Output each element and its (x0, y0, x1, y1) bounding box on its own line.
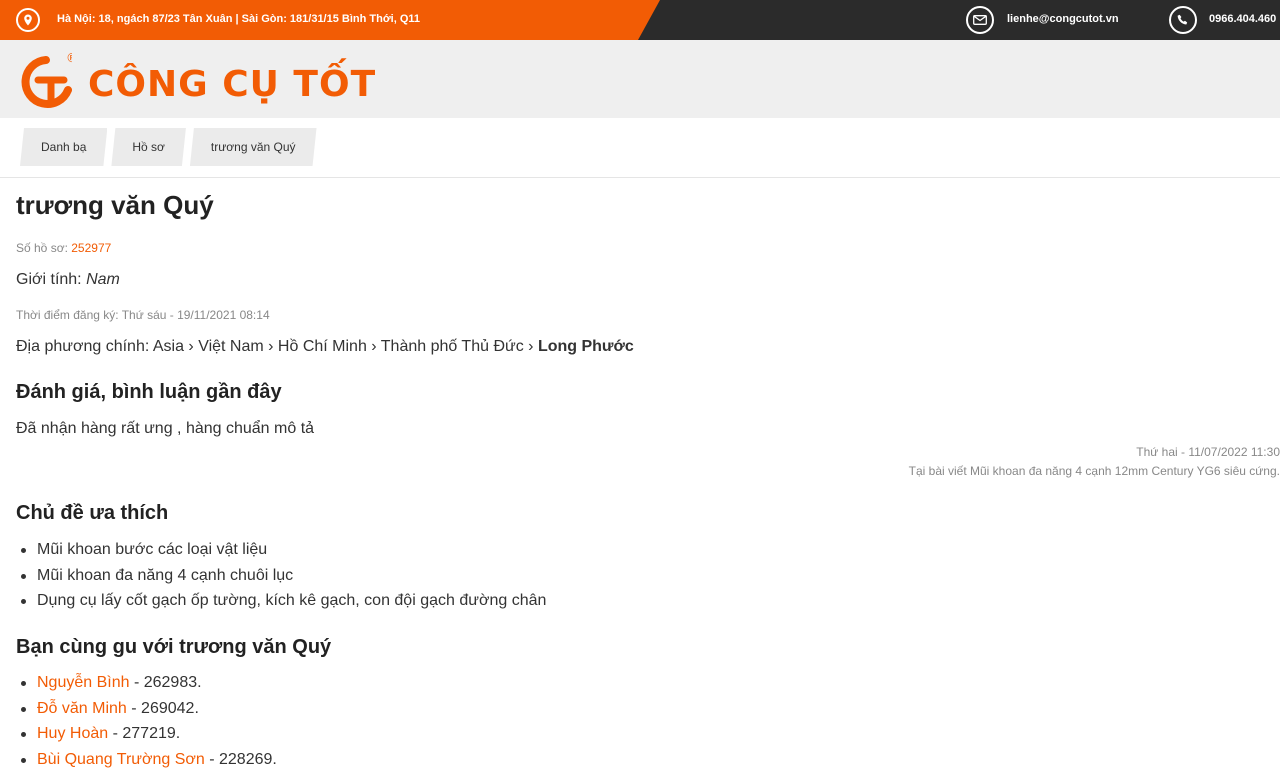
file-number-label: Số hồ sơ: (16, 241, 68, 255)
list-item: Đỗ văn Minh - 269042. (16, 696, 277, 722)
friend-link[interactable]: Huy Hoàn (37, 725, 108, 742)
friend-id: - 262983. (129, 674, 202, 691)
friend-id: - 269042. (126, 699, 199, 717)
review-source[interactable]: Tại bài viết Mũi khoan đa năng 4 cạnh 12… (909, 464, 1280, 478)
topics-heading: Chủ đề ưa thích (16, 502, 169, 524)
registration-time: Thời điểm đăng ký: Thứ sáu - 19/11/2021 … (16, 308, 270, 322)
logo-mark-icon[interactable]: ® (16, 50, 72, 112)
friend-link[interactable]: Bùi Quang Trường Sơn (37, 751, 205, 768)
mail-icon[interactable] (966, 6, 994, 34)
location-last: Long Phước (537, 338, 634, 355)
file-number-value: 252977 (71, 241, 112, 255)
page-title: trương văn Quý (16, 190, 214, 220)
location-row: Địa phương chính: Asia › Việt Nam › Hồ C… (16, 338, 634, 356)
list-item: Bùi Quang Trường Sơn - 228269. (16, 747, 277, 768)
gender-row: Giới tính: Nam (16, 271, 120, 289)
phone-icon[interactable] (1169, 6, 1197, 34)
location-icon (16, 8, 40, 32)
gender-value: Nam (86, 271, 120, 288)
reviews-heading: Đánh giá, bình luận gần đây (16, 381, 282, 403)
breadcrumb-item-directory[interactable]: Danh bạ (20, 128, 107, 166)
topics-list: Mũi khoan bước các loại vật liệu Mũi kho… (16, 537, 546, 614)
top-bar: Hà Nội: 18, ngách 87/23 Tân Xuân | Sài G… (0, 0, 1280, 40)
top-bar-email[interactable]: lienhe@congcutot.vn (1007, 13, 1119, 25)
breadcrumb: Danh bạ Hồ sơ trương văn Quý (20, 128, 317, 166)
friends-heading: Bạn cùng gu với trương văn Quý (16, 636, 332, 658)
list-item[interactable]: Mũi khoan bước các loại vật liệu (16, 537, 546, 563)
friend-link[interactable]: Nguyễn Bình (37, 674, 130, 691)
review-text: Đã nhận hàng rất ưng , hàng chuẩn mô tả (16, 420, 315, 437)
header-divider (0, 177, 1280, 178)
list-item: Nguyễn Bình - 262983. (16, 670, 277, 696)
breadcrumb-item-current[interactable]: trương văn Quý (190, 128, 317, 166)
registered-mark: ® (66, 51, 72, 65)
breadcrumb-item-profiles[interactable]: Hồ sơ (111, 128, 186, 166)
gender-label: Giới tính: (16, 271, 82, 288)
top-bar-address: Hà Nội: 18, ngách 87/23 Tân Xuân | Sài G… (57, 13, 421, 25)
location-path: Asia › Việt Nam › Hồ Chí Minh › Thành ph… (152, 338, 534, 355)
review-date: Thứ hai - 11/07/2022 11:30 (1136, 445, 1280, 459)
friends-list: Nguyễn Bình - 262983. Đỗ văn Minh - 2690… (16, 670, 277, 768)
friend-id: - 277219. (108, 725, 181, 742)
top-bar-phone[interactable]: 0966.404.460 (1209, 13, 1276, 25)
friend-id: - 228269. (204, 750, 277, 768)
file-number-row: Số hồ sơ: 252977 (16, 241, 111, 255)
list-item: Huy Hoàn - 277219. (16, 721, 277, 747)
list-item[interactable]: Dụng cụ lấy cốt gạch ốp tường, kích kê g… (16, 588, 546, 614)
logo-text[interactable]: CÔNG CỤ TỐT (88, 64, 376, 105)
friend-link[interactable]: Đỗ văn Minh (37, 700, 127, 717)
list-item[interactable]: Mũi khoan đa năng 4 cạnh chuôi lục (16, 563, 546, 589)
location-label: Địa phương chính: (16, 338, 150, 355)
